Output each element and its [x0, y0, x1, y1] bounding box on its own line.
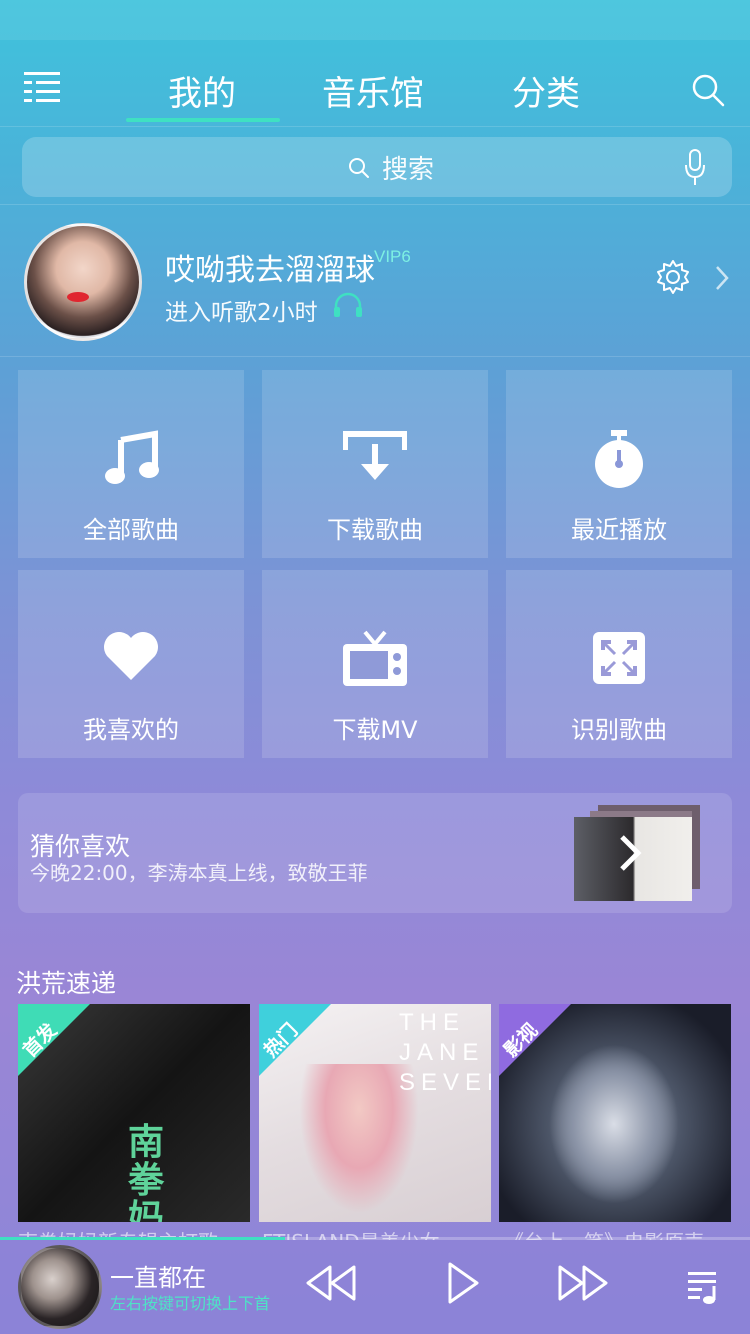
play-icon[interactable]: [446, 1261, 480, 1309]
album-card-3[interactable]: 影视: [499, 1004, 731, 1222]
tile-recently-played[interactable]: 最近播放: [506, 370, 732, 558]
search-placeholder: 搜索: [348, 149, 434, 186]
tile-identify-song[interactable]: 识别歌曲: [506, 570, 732, 758]
now-playing-title: 一直都在: [110, 1264, 206, 1292]
tv-icon: [343, 630, 407, 686]
tile-label: 下载歌曲: [327, 516, 423, 544]
stopwatch-icon: [595, 430, 643, 488]
search-input[interactable]: 搜索: [22, 137, 732, 197]
tile-label: 我喜欢的: [83, 716, 179, 744]
recommend-subtitle: 今晚22:00，李涛本真上线，致敬王菲: [30, 861, 368, 885]
menu-icon[interactable]: [24, 72, 60, 102]
headphone-icon: [332, 292, 364, 322]
album-card-1[interactable]: 南拳妈妈 首发: [18, 1004, 250, 1222]
tile-label: 识别歌曲: [571, 716, 667, 744]
tile-label: 最近播放: [571, 516, 667, 544]
listen-time-text: 进入听歌2小时: [165, 300, 318, 326]
microphone-icon[interactable]: [684, 149, 706, 191]
tile-label: 全部歌曲: [83, 516, 179, 544]
chevron-right-icon[interactable]: [714, 265, 730, 295]
avatar[interactable]: [24, 223, 142, 341]
search-placeholder-text: 搜索: [382, 155, 435, 185]
now-playing-hint: 左右按键可切换上下首: [110, 1294, 271, 1313]
album-card-2[interactable]: THE JANE SEVENTH 热门: [259, 1004, 491, 1222]
top-nav: 我的 音乐馆 分类: [0, 40, 750, 126]
tile-downloaded-songs[interactable]: 下载歌曲: [262, 370, 488, 558]
playlist-icon[interactable]: [688, 1270, 718, 1308]
search-small-icon: [349, 157, 369, 178]
next-icon[interactable]: [556, 1263, 610, 1307]
album-tag: 热门: [259, 1004, 331, 1076]
music-note-icon: [105, 430, 159, 484]
tile-all-songs[interactable]: 全部歌曲: [18, 370, 244, 558]
express-title: 洪荒速递: [16, 969, 117, 998]
username: 哎呦我去溜溜球: [165, 253, 375, 288]
album-tag: 影视: [499, 1004, 571, 1076]
active-tab-indicator: [126, 118, 280, 122]
recommend-card[interactable]: 猜你喜欢 今晚22:00，李涛本真上线，致敬王菲: [18, 793, 732, 913]
heart-icon: [104, 632, 158, 680]
album-tag: 首发: [18, 1004, 90, 1076]
scan-icon: [593, 632, 645, 684]
tab-category[interactable]: 分类: [512, 66, 580, 115]
tile-downloaded-mv[interactable]: 下载MV: [262, 570, 488, 758]
tab-mine[interactable]: 我的: [168, 66, 236, 115]
vip-badge: VIP6: [374, 247, 411, 266]
album-cover-text: 南拳妈妈: [128, 1122, 165, 1223]
status-bar: [0, 0, 750, 40]
profile-divider: [0, 356, 750, 357]
now-playing-cover[interactable]: [18, 1245, 102, 1329]
nav-divider: [0, 126, 750, 127]
gear-icon[interactable]: [655, 259, 691, 299]
profile-card[interactable]: 哎呦我去溜溜球 VIP6 进入听歌2小时: [0, 205, 750, 355]
tab-music-hall[interactable]: 音乐馆: [322, 66, 424, 115]
download-icon: [343, 431, 407, 480]
tile-liked-songs[interactable]: 我喜欢的: [18, 570, 244, 758]
search-icon[interactable]: [690, 72, 726, 108]
mini-player[interactable]: 一直都在 左右按键可切换上下首: [0, 1240, 750, 1334]
previous-icon[interactable]: [304, 1263, 358, 1307]
tile-label: 下载MV: [332, 716, 418, 744]
recommend-covers: [574, 805, 704, 901]
chevron-right-icon: [618, 833, 642, 877]
album-cover-text: THE JANE SEVENTH: [399, 1009, 491, 1096]
